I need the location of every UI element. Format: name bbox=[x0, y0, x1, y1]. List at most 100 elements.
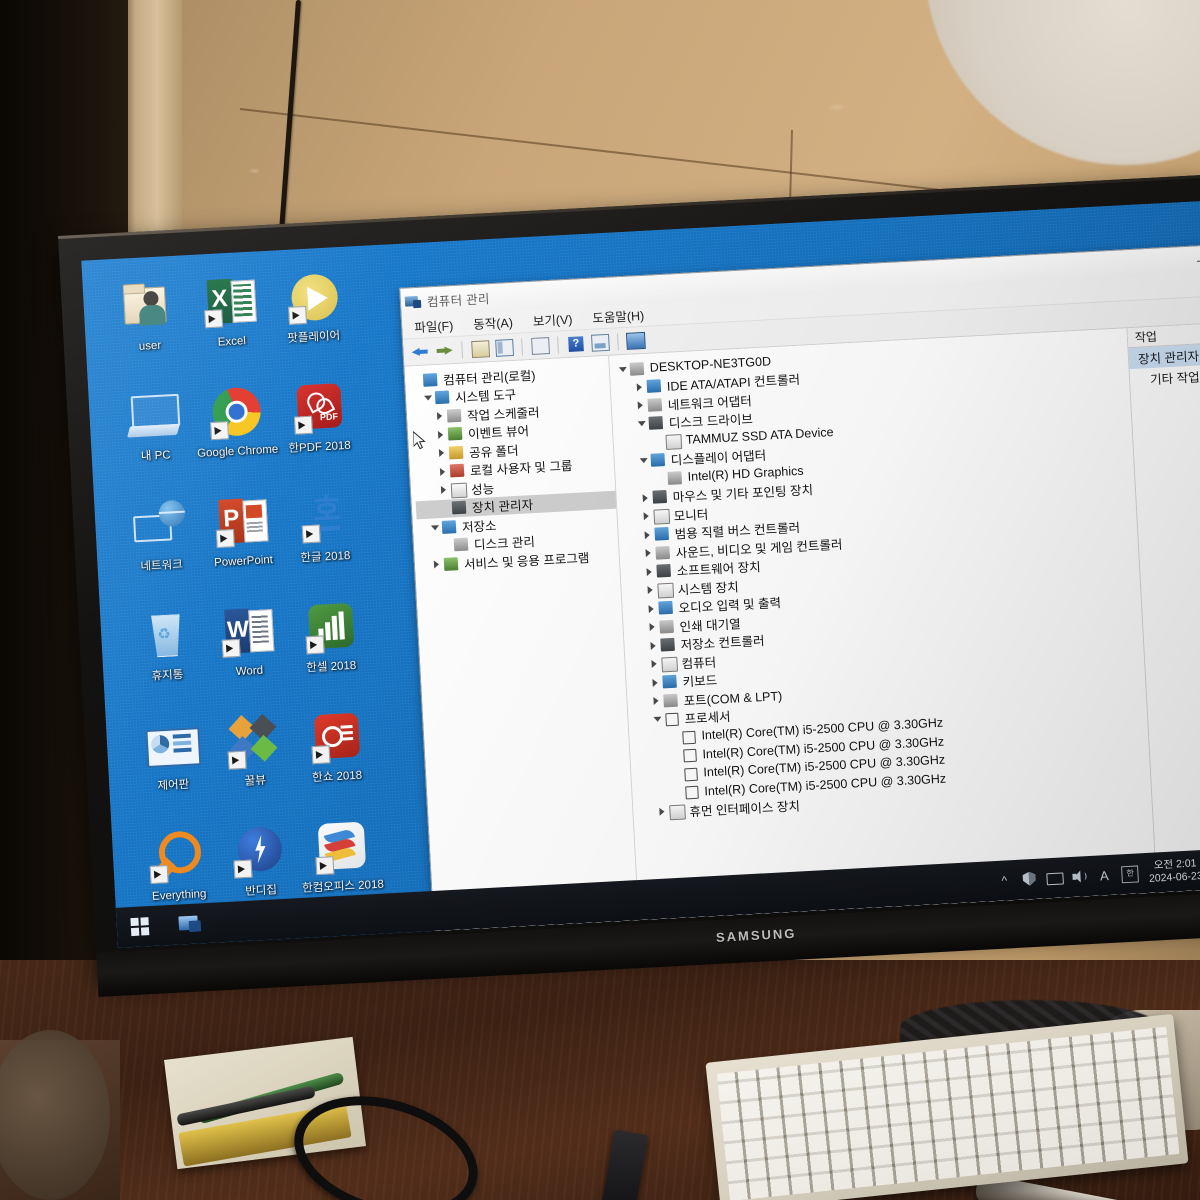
mouse-cursor bbox=[412, 430, 426, 450]
forward-button[interactable] bbox=[433, 340, 455, 361]
tree-expander[interactable] bbox=[649, 697, 662, 706]
tree-list: 시스템 도구 작업 스케줄러 이벤트 뷰어 공유 폴더 로컬 사용자 및 그룹 성능 장치 … bbox=[410, 379, 620, 574]
tree-item-label: 저장소 bbox=[461, 518, 497, 535]
tree-expander[interactable] bbox=[436, 467, 449, 476]
tree-expander[interactable] bbox=[648, 678, 661, 687]
desktop-icon-hanpdf[interactable]: PDF 한PDF 2018 bbox=[268, 378, 368, 457]
desktop-icon-label: 한PDF 2018 bbox=[288, 439, 352, 456]
scan-hardware-changes-button[interactable] bbox=[589, 332, 611, 353]
help-button[interactable]: ? bbox=[565, 333, 587, 354]
tree-expander[interactable] bbox=[633, 383, 646, 392]
tree-expander[interactable] bbox=[641, 530, 654, 539]
keyboard-icon bbox=[661, 674, 679, 690]
monitor-icon bbox=[652, 508, 671, 525]
hancell-icon bbox=[300, 599, 359, 658]
display-icon[interactable] bbox=[1046, 870, 1065, 886]
show-hidden-icons-chevron[interactable]: ^ bbox=[997, 873, 1013, 889]
windows-desktop[interactable]: user X Excel 팟플레이어 내 PC Google Chrome PD… bbox=[81, 200, 1200, 948]
tree-expander[interactable] bbox=[430, 560, 443, 569]
tree-expander[interactable] bbox=[642, 567, 655, 576]
desktop-icon-hancom-office[interactable]: 한컴오피스 2018 bbox=[292, 817, 392, 896]
event-viewer-icon bbox=[447, 426, 465, 442]
system-device-icon bbox=[656, 582, 675, 599]
processor-icon bbox=[680, 728, 698, 745]
sound-icon bbox=[654, 545, 672, 561]
console-tree-pane[interactable]: 컴퓨터 관리(로컬) 시스템 도구 작업 스케줄러 이벤트 뷰어 공유 폴더 로컬 사용… bbox=[404, 355, 640, 935]
device-manager-pane[interactable]: DESKTOP-NE3TG0D IDE ATA/ATAPI 컨트롤러 네트워크 어… bbox=[609, 328, 1158, 926]
tree-expander[interactable] bbox=[644, 604, 657, 613]
disk-drive-icon bbox=[664, 433, 683, 450]
ide-controller-icon bbox=[645, 378, 663, 394]
clock[interactable]: 오전 2:01 2024-06-23 bbox=[1148, 857, 1200, 886]
tree-expander[interactable] bbox=[643, 586, 656, 595]
tree-expander[interactable] bbox=[637, 458, 650, 464]
menu-item-file[interactable]: 파일(F) bbox=[414, 315, 454, 336]
window-body: 컴퓨터 관리(로컬) 시스템 도구 작업 스케줄러 이벤트 뷰어 공유 폴더 로컬 사용… bbox=[404, 320, 1200, 935]
window-controls: — □ bbox=[1185, 243, 1200, 274]
tree-expander[interactable] bbox=[645, 623, 658, 632]
powerpoint-icon: P bbox=[212, 493, 271, 552]
clock-date: 2024-06-23 bbox=[1148, 870, 1200, 885]
tree-expander[interactable] bbox=[639, 494, 652, 503]
computer-icon bbox=[660, 655, 679, 673]
properties-button[interactable] bbox=[529, 335, 551, 356]
up-one-level-button[interactable] bbox=[469, 338, 491, 359]
tree-expander[interactable] bbox=[421, 395, 434, 401]
system-tray[interactable]: ^ A 한 오전 2:01 2024-06-23 bbox=[996, 855, 1200, 894]
tree-expander[interactable] bbox=[647, 660, 660, 669]
processor-icon bbox=[681, 747, 699, 763]
menu-item-help[interactable]: 도움말(H) bbox=[592, 305, 645, 327]
services-applications-icon bbox=[443, 556, 461, 572]
system-tools-icon bbox=[434, 390, 452, 406]
monitor: SAMSUNG user X Excel 팟플레이어 내 PC Google C… bbox=[58, 174, 1200, 1200]
tree-expander[interactable] bbox=[437, 486, 450, 495]
tree-expander[interactable] bbox=[634, 401, 647, 410]
menu-item-action[interactable]: 동작(A) bbox=[473, 312, 514, 333]
tree-expander[interactable] bbox=[655, 808, 668, 817]
this-pc-icon bbox=[124, 388, 183, 447]
tree-expander[interactable] bbox=[635, 421, 648, 427]
ime-korean-icon[interactable]: 한 bbox=[1121, 864, 1140, 883]
desktop-icon-hangul[interactable]: 호 한글 2018 bbox=[274, 488, 374, 567]
start-button[interactable] bbox=[130, 917, 150, 937]
chrome-icon bbox=[206, 383, 265, 442]
tree-expander[interactable] bbox=[642, 549, 655, 558]
security-shield-icon[interactable] bbox=[1021, 871, 1037, 887]
desktop-icon-label: 한글 2018 bbox=[300, 549, 351, 565]
tree-expander[interactable] bbox=[428, 525, 441, 531]
software-device-icon bbox=[655, 563, 673, 579]
bandizip-icon bbox=[230, 823, 289, 882]
device-item-label: 모니터 bbox=[673, 507, 709, 524]
tree-expander[interactable] bbox=[433, 412, 446, 421]
tree-expander[interactable] bbox=[640, 512, 653, 521]
ime-a-icon[interactable]: A bbox=[1096, 867, 1112, 883]
show-hide-console-tree-button[interactable] bbox=[493, 337, 515, 358]
tree-expander[interactable] bbox=[646, 641, 659, 650]
desktop-icon-hanshow[interactable]: 한쇼 2018 bbox=[286, 707, 386, 786]
network-adapter-icon bbox=[646, 397, 664, 413]
tree-expander[interactable] bbox=[435, 449, 448, 458]
show-hide-action-pane-button[interactable] bbox=[625, 330, 647, 351]
processor-icon bbox=[682, 765, 700, 782]
ports-icon bbox=[662, 692, 680, 708]
everything-icon bbox=[148, 827, 207, 886]
desktop-icon-potplayer[interactable]: 팟플레이어 bbox=[262, 268, 362, 347]
computer-management-taskbar-icon[interactable] bbox=[178, 912, 203, 935]
menu-item-view[interactable]: 보기(V) bbox=[532, 309, 573, 330]
computer-management-window[interactable]: 컴퓨터 관리 — □ 파일(F) 동작(A) 보기(V) 도움말(H) bbox=[399, 242, 1200, 935]
volume-icon[interactable] bbox=[1071, 869, 1087, 885]
display-adapter-icon bbox=[649, 452, 667, 468]
tree-expander[interactable] bbox=[434, 430, 447, 439]
tree-expander[interactable] bbox=[650, 717, 663, 723]
minimize-button[interactable]: — bbox=[1185, 247, 1200, 273]
hanpdf-icon: PDF bbox=[288, 379, 347, 438]
desktop-icon-label: 한쇼 2018 bbox=[311, 769, 363, 785]
device-item-label: 키보드 bbox=[682, 673, 718, 690]
desktop-icon-hancell[interactable]: 한셀 2018 bbox=[280, 598, 380, 677]
back-button[interactable] bbox=[409, 341, 431, 362]
